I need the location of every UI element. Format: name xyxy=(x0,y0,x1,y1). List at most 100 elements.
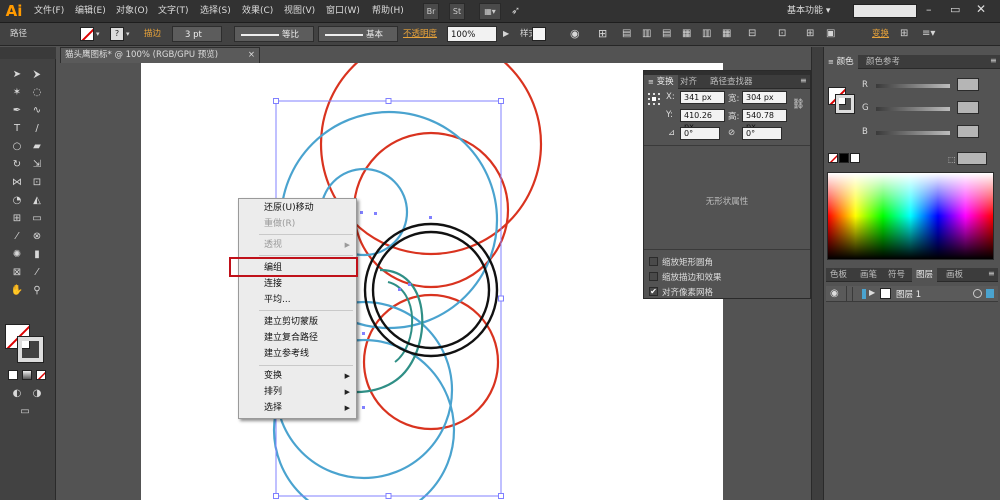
reference-point-locator[interactable] xyxy=(648,93,660,105)
menu-item-average[interactable]: 平均... xyxy=(239,292,356,308)
maximize-icon[interactable]: ▭ xyxy=(950,3,960,16)
panel-menu-icon[interactable]: ≡▾ xyxy=(922,26,935,42)
eyedropper-tool-icon[interactable]: ⁄ xyxy=(8,229,26,245)
menu-item-arrange[interactable]: 排列 ▶ xyxy=(239,384,356,400)
symbol-sprayer-tool-icon[interactable]: ✺ xyxy=(8,247,26,263)
stroke-swatch[interactable]: ? xyxy=(110,27,124,41)
menu-help[interactable]: 帮助(H) xyxy=(372,4,404,19)
minimize-icon[interactable]: – xyxy=(926,3,932,16)
align-left-icon[interactable]: ▤ xyxy=(622,26,631,42)
tab-color-guide[interactable]: 颜色参考 xyxy=(862,55,904,69)
artboard-tool-icon[interactable]: ⊠ xyxy=(8,265,26,281)
type-tool-icon[interactable]: T xyxy=(8,121,26,137)
screen-mode-icon[interactable]: ▭ xyxy=(16,404,34,420)
black-swatch[interactable] xyxy=(839,153,849,163)
menu-item-make-clipping-mask[interactable]: 建立剪切蒙版 xyxy=(239,314,356,330)
column-graph-tool-icon[interactable]: ▮ xyxy=(28,247,46,263)
document-tab[interactable]: 猫头鹰图标* @ 100% (RGB/GPU 预览) × xyxy=(60,47,260,63)
draw-behind-icon[interactable]: ◑ xyxy=(28,386,46,402)
menu-select[interactable]: 选择(S) xyxy=(200,4,231,19)
menu-effect[interactable]: 效果(C) xyxy=(242,4,273,19)
none-mode-icon[interactable] xyxy=(36,370,46,380)
lasso-tool-icon[interactable]: ◌ xyxy=(28,85,46,101)
tab-layers[interactable]: 图层 xyxy=(912,268,938,282)
x-input[interactable]: 341 px xyxy=(680,91,725,104)
layer-name[interactable]: 图层 1 xyxy=(896,288,921,300)
isolate-icon[interactable]: ⊡ xyxy=(778,26,786,42)
scale-corners-checkbox[interactable] xyxy=(649,257,658,266)
width-input[interactable]: 304 px xyxy=(742,91,787,104)
channel-g-value[interactable] xyxy=(957,101,979,114)
magic-wand-tool-icon[interactable]: ✶ xyxy=(8,85,26,101)
y-input[interactable]: 410.26 px xyxy=(680,109,725,131)
layers-panel-menu-icon[interactable]: ≡ xyxy=(988,269,995,278)
graphic-style-swatch[interactable] xyxy=(532,27,546,41)
document-close-icon[interactable]: × xyxy=(248,48,255,63)
channel-b-value[interactable] xyxy=(957,125,979,138)
artboard[interactable] xyxy=(141,63,723,500)
variable-width-profile[interactable]: 等比 xyxy=(234,26,314,42)
target-icon[interactable] xyxy=(973,289,982,298)
align-middle-icon[interactable]: ▥ xyxy=(702,26,711,42)
fill-swatch[interactable] xyxy=(80,27,94,41)
panel-dock-strip[interactable] xyxy=(811,47,823,500)
menu-window[interactable]: 窗口(W) xyxy=(326,4,360,19)
curvature-tool-icon[interactable]: ∿ xyxy=(28,103,46,119)
menu-edit[interactable]: 编辑(E) xyxy=(75,4,106,19)
channel-g-slider[interactable] xyxy=(876,107,950,111)
height-input[interactable]: 540.78 px xyxy=(742,109,787,131)
gradient-mode-icon[interactable] xyxy=(22,370,32,380)
close-icon[interactable]: ✕ xyxy=(976,2,986,16)
mesh-tool-icon[interactable]: ⊞ xyxy=(8,211,26,227)
recolor-artwork-icon[interactable]: ◉ xyxy=(570,26,580,42)
arrange-documents-icon[interactable]: ▦▾ xyxy=(479,3,501,20)
menu-file[interactable]: 文件(F) xyxy=(34,4,64,19)
color-panel-menu-icon[interactable]: ≡ xyxy=(990,56,997,65)
constrain-proportions-link-icon[interactable]: ⛓ xyxy=(792,99,805,110)
bridge-button[interactable]: Br xyxy=(423,3,439,20)
tab-brushes[interactable]: 画笔 xyxy=(856,268,881,282)
shape-builder-tool-icon[interactable]: ◔ xyxy=(8,193,26,209)
color-stroke-box[interactable] xyxy=(835,94,855,114)
tab-color[interactable]: ≡ 颜色 xyxy=(824,55,858,69)
channel-r-value[interactable] xyxy=(957,78,979,91)
tab-swatches[interactable]: 色板 xyxy=(826,268,851,282)
tab-artboards[interactable]: 画板 xyxy=(942,268,967,282)
align-center-icon[interactable]: ▥ xyxy=(642,26,651,42)
scale-tool-icon[interactable]: ⇲ xyxy=(28,157,46,173)
align-top-icon[interactable]: ▦ xyxy=(682,26,691,42)
perspective-grid-tool-icon[interactable]: ◭ xyxy=(28,193,46,209)
eraser-tool-icon[interactable]: ▰ xyxy=(28,139,46,155)
stroke-label[interactable]: 描边 xyxy=(144,26,161,42)
gpu-rocket-icon[interactable]: ➶ xyxy=(511,4,520,17)
tab-align[interactable]: 对齐 xyxy=(676,75,701,89)
draw-mode-icon[interactable]: ◐ xyxy=(8,386,26,402)
opacity-input[interactable]: 100% xyxy=(447,26,497,42)
menu-item-transform[interactable]: 变换 ▶ xyxy=(239,368,356,384)
menu-item-make-guides[interactable]: 建立参考线 xyxy=(239,346,356,362)
search-input[interactable] xyxy=(853,4,917,18)
opacity-label[interactable]: 不透明度 xyxy=(403,26,437,42)
layer-row[interactable]: ◉ ▶ 图层 1 xyxy=(826,286,998,302)
free-transform-tool-icon[interactable]: ⊡ xyxy=(28,175,46,191)
tools-panel-header[interactable] xyxy=(0,47,56,59)
align-pixel-grid-checkbox[interactable]: ✔ xyxy=(649,287,658,296)
align-options-icon[interactable]: ⊞ xyxy=(598,26,607,42)
stock-button[interactable]: St xyxy=(449,3,465,20)
expand-layer-icon[interactable]: ▶ xyxy=(869,288,875,297)
direct-selection-tool-icon[interactable]: ⮞ xyxy=(28,67,46,83)
visibility-eye-icon[interactable]: ◉ xyxy=(830,288,839,299)
ellipse-tool-icon[interactable]: ○ xyxy=(8,139,26,155)
tab-symbols[interactable]: 符号 xyxy=(884,268,909,282)
distribute-icon[interactable]: ⊟ xyxy=(748,26,756,42)
brush-definition[interactable]: 基本 xyxy=(318,26,398,42)
gradient-tool-icon[interactable]: ▭ xyxy=(28,211,46,227)
scale-strokes-checkbox[interactable] xyxy=(649,272,658,281)
pen-tool-icon[interactable]: ✒ xyxy=(8,103,26,119)
menu-item-select[interactable]: 选择 ▶ xyxy=(239,400,356,416)
align-right-icon[interactable]: ▤ xyxy=(662,26,671,42)
rotate-tool-icon[interactable]: ↻ xyxy=(8,157,26,173)
reference-point-icon[interactable]: ⊞ xyxy=(806,26,814,42)
hex-value-box[interactable] xyxy=(957,152,987,165)
workspace-switcher[interactable]: 基本功能 ▾ xyxy=(787,4,830,19)
